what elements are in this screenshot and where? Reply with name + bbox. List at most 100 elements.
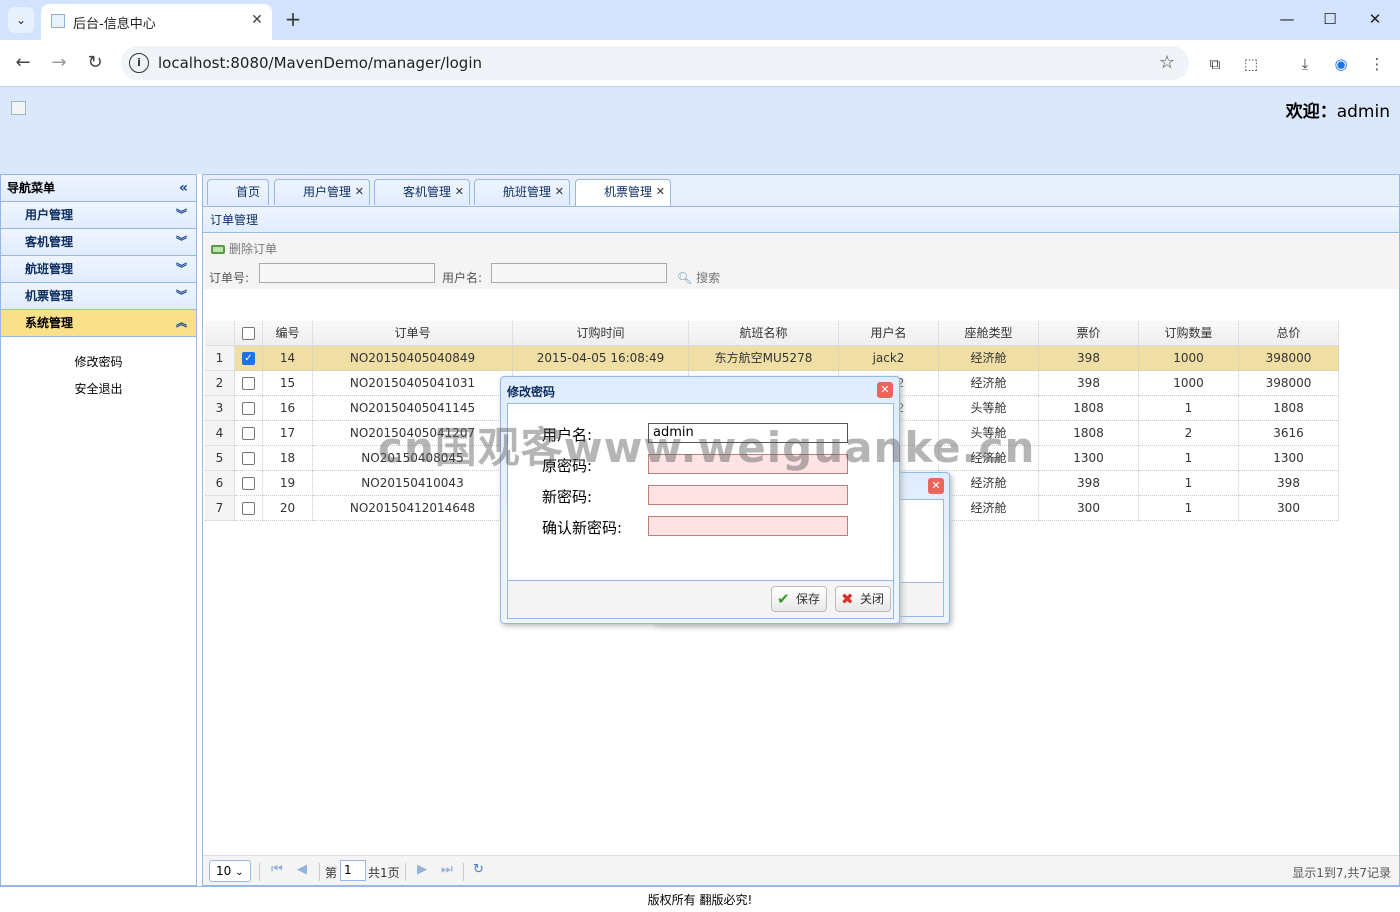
column-header: 票价 (1039, 321, 1139, 346)
row-number: 5 (205, 446, 235, 471)
first-page-icon[interactable]: ⏮ (271, 862, 283, 877)
download-icon[interactable]: ⤓ (1294, 53, 1316, 75)
menu-icon[interactable]: ⋮ (1366, 53, 1388, 75)
maximize-button[interactable]: ☐ (1315, 6, 1345, 32)
footer: 版权所有 翻版必究! (0, 886, 1400, 912)
nav-item-logout[interactable]: 安全退出 (1, 380, 196, 397)
url-text[interactable]: localhost:8080/MavenDemo/manager/login (158, 54, 482, 72)
left-nav: 导航菜单 « 用户管理 ︾ 客机管理 ︾ 航班管理 ︾ 机票管理 ︾ 系统管理 ︽ 修改密… (0, 174, 197, 886)
tab-planes[interactable]: 客机管理 ✕ (374, 179, 470, 205)
row-checkbox[interactable] (235, 496, 263, 521)
refresh-icon[interactable]: ↻ (473, 862, 484, 877)
row-checkbox[interactable] (235, 471, 263, 496)
select-all-checkbox[interactable] (235, 321, 263, 346)
page-favicon-icon (51, 14, 65, 28)
welcome-text: 欢迎：admin (1285, 102, 1390, 122)
table-cell: 东方航空MU5278 (689, 346, 839, 371)
nav-item-change-password[interactable]: 修改密码 (1, 353, 196, 370)
row-checkbox[interactable] (235, 396, 263, 421)
table-cell: 2 (1139, 421, 1239, 446)
confirm-password-input[interactable] (648, 516, 848, 536)
logo-image (11, 101, 26, 115)
close-icon[interactable]: ✕ (928, 478, 944, 494)
chevron-down-icon: ︾ (176, 208, 187, 221)
table-cell: 经济舱 (939, 346, 1039, 371)
row-checkbox[interactable] (235, 421, 263, 446)
close-button[interactable]: ✖ 关闭 (835, 586, 892, 612)
tab-close-icon[interactable]: ✕ (455, 180, 464, 204)
table-cell: 1 (1139, 446, 1239, 471)
bookmark-star-icon[interactable]: ☆ (1159, 52, 1175, 73)
chevron-down-icon: ︾ (176, 235, 187, 248)
minimize-button[interactable]: — (1272, 6, 1302, 32)
row-number: 3 (205, 396, 235, 421)
browser-tab[interactable]: 后台-信息中心 ✕ (41, 4, 272, 40)
close-icon[interactable]: ✕ (877, 382, 893, 398)
tab-close-icon[interactable]: ✕ (656, 180, 665, 204)
row-number: 6 (205, 471, 235, 496)
table-cell: 1808 (1239, 396, 1339, 421)
save-button[interactable]: ✔ 保存 (771, 586, 828, 612)
nav-header: 导航菜单 « (1, 175, 196, 202)
tab-close-icon[interactable]: ✕ (555, 180, 564, 204)
row-checkbox[interactable] (235, 446, 263, 471)
column-header: 用户名 (839, 321, 939, 346)
row-checkbox[interactable]: ✓ (235, 346, 263, 371)
chevron-down-icon: ︾ (176, 262, 187, 275)
table-cell: 1 (1139, 496, 1239, 521)
username-input[interactable] (491, 263, 667, 283)
screenshot-icon[interactable]: ⧉ (1204, 53, 1226, 75)
table-cell: 1808 (1039, 396, 1139, 421)
tab-search-button[interactable]: ⌄ (8, 7, 34, 33)
prev-page-icon[interactable]: ◀ (297, 862, 307, 877)
next-page-icon[interactable]: ▶ (417, 862, 427, 877)
nav-panel-system[interactable]: 系统管理 ︽ (1, 310, 196, 337)
nav-panel-tickets[interactable]: 机票管理 ︾ (1, 283, 196, 310)
new-password-input[interactable] (648, 485, 848, 505)
table-cell: 1 (1139, 471, 1239, 496)
new-password-label: 新密码: (542, 488, 593, 506)
row-number-header (205, 321, 235, 346)
nav-panel-flights[interactable]: 航班管理 ︾ (1, 256, 196, 283)
tab-tickets[interactable]: 机票管理 ✕ (575, 179, 671, 206)
column-header: 总价 (1239, 321, 1339, 346)
tab-flights[interactable]: 航班管理 ✕ (474, 179, 570, 205)
pager: 10 ⌄ ⏮ ◀ 第 1 共1页 ▶ ⏭ ↻ 显示1到7,共7记录 (203, 855, 1399, 885)
nav-panel-planes[interactable]: 客机管理 ︾ (1, 229, 196, 256)
page-size-select[interactable]: 10 ⌄ (209, 860, 251, 882)
reload-icon[interactable]: ↻ (82, 50, 108, 76)
column-header: 航班名称 (689, 321, 839, 346)
profile-icon[interactable]: ◉ (1330, 53, 1352, 75)
delete-order-button[interactable]: 删除订单 (211, 240, 277, 257)
page-number-input[interactable]: 1 (340, 860, 366, 881)
pager-info: 显示1到7,共7记录 (1292, 866, 1391, 880)
table-cell: 经济舱 (939, 496, 1039, 521)
tab-users[interactable]: 用户管理 ✕ (274, 179, 370, 205)
nav-title: 导航菜单 (7, 181, 56, 195)
column-header: 订单号 (313, 321, 513, 346)
tab-close-icon[interactable]: ✕ (355, 180, 364, 204)
site-info-icon[interactable]: i (129, 53, 149, 73)
window-close-button[interactable]: ✕ (1360, 6, 1390, 32)
nav-panel-users[interactable]: 用户管理 ︾ (1, 202, 196, 229)
table-cell: 1 (1139, 396, 1239, 421)
row-number: 4 (205, 421, 235, 446)
extensions-icon[interactable]: ⬚ (1240, 53, 1262, 75)
back-icon[interactable]: ← (10, 50, 36, 76)
last-page-icon[interactable]: ⏭ (441, 862, 453, 877)
table-cell: 1300 (1239, 446, 1339, 471)
search-button[interactable]: 🔍︎ 搜索 (677, 269, 720, 286)
address-bar[interactable]: i localhost:8080/MavenDemo/manager/login… (121, 46, 1189, 80)
tab-home[interactable]: 首页 (207, 179, 269, 205)
table-cell: 经济舱 (939, 371, 1039, 396)
order-no-label: 订单号: (209, 271, 250, 285)
new-tab-button[interactable]: + (282, 8, 304, 30)
browser-tabstrip: ⌄ 后台-信息中心 ✕ + — ☐ ✕ (0, 0, 1400, 40)
table-cell: NO20150405041031 (313, 371, 513, 396)
row-checkbox[interactable] (235, 371, 263, 396)
collapse-icon[interactable]: « (179, 175, 188, 202)
close-icon[interactable]: ✕ (247, 10, 267, 30)
order-no-input[interactable] (259, 263, 435, 283)
forward-icon[interactable]: → (46, 50, 72, 76)
username-label: 用户名: (442, 271, 483, 285)
